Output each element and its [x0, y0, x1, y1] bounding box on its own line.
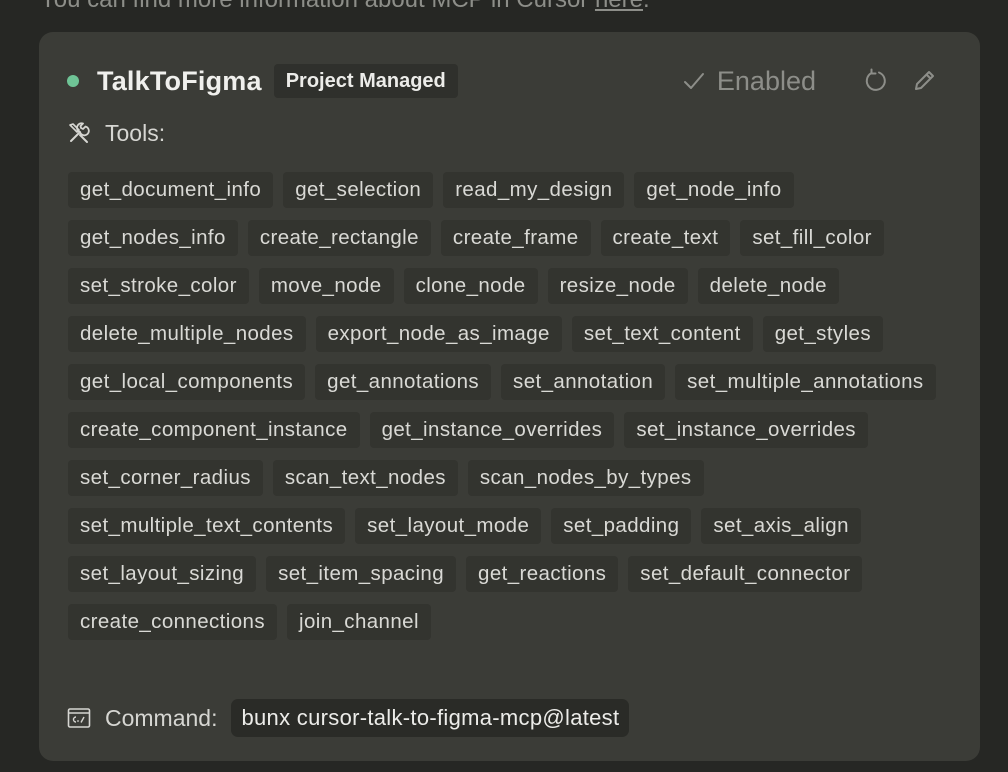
- tool-chip: scan_nodes_by_types: [467, 460, 704, 496]
- tool-chip: delete_node: [697, 268, 839, 304]
- tool-chip: set_stroke_color: [68, 268, 249, 304]
- tool-chip: delete_multiple_nodes: [68, 316, 306, 352]
- status-indicator: [67, 75, 79, 87]
- tool-chip: get_document_info: [68, 172, 274, 208]
- tool-chip: join_channel: [286, 604, 431, 640]
- tool-chip: set_multiple_text_contents: [68, 508, 346, 544]
- server-actions: Enabled: [683, 62, 940, 100]
- tool-chip: set_padding: [551, 508, 692, 544]
- tool-chip: set_axis_align: [701, 508, 861, 544]
- pencil-icon: [915, 71, 934, 90]
- tool-chip: get_annotations: [315, 364, 492, 400]
- tools-label: Tools:: [105, 119, 166, 146]
- intro-text: You can find more information about MCP …: [40, 0, 650, 14]
- project-managed-badge: Project Managed: [273, 64, 458, 98]
- edit-button[interactable]: [908, 65, 940, 97]
- tool-chip: get_selection: [283, 172, 434, 208]
- enabled-status: Enabled: [683, 66, 816, 97]
- tool-chip: get_node_info: [634, 172, 794, 208]
- check-icon: [683, 73, 704, 89]
- tool-chip: get_local_components: [68, 364, 306, 400]
- tool-chip: create_rectangle: [247, 220, 431, 256]
- refresh-icon: [865, 68, 886, 91]
- tool-chip: resize_node: [547, 268, 688, 304]
- intro-text-before: You can find more information about MCP …: [40, 0, 595, 13]
- tool-chip: set_item_spacing: [266, 556, 457, 592]
- tool-chip: move_node: [258, 268, 394, 304]
- server-name: TalkToFigma: [97, 65, 262, 96]
- enabled-label: Enabled: [716, 65, 816, 96]
- command-row: Command: bunx cursor-talk-to-figma-mcp@l…: [67, 699, 630, 737]
- tool-chip: set_corner_radius: [68, 460, 263, 496]
- tool-chip: clone_node: [403, 268, 538, 304]
- tool-chip: set_text_content: [571, 316, 753, 352]
- tool-chip: get_instance_overrides: [369, 412, 615, 448]
- tool-chip: set_default_connector: [628, 556, 863, 592]
- tool-chip: set_annotation: [501, 364, 666, 400]
- server-header: TalkToFigma Project Managed: [67, 62, 458, 100]
- tool-chip: get_styles: [762, 316, 883, 352]
- tool-chip: set_layout_mode: [355, 508, 542, 544]
- terminal-icon: [67, 708, 91, 728]
- refresh-button[interactable]: [860, 65, 892, 97]
- tools-icon: [69, 122, 90, 143]
- tools-heading: Tools:: [67, 118, 165, 148]
- command-label: Command:: [105, 704, 218, 731]
- tool-chip: create_connections: [68, 604, 277, 640]
- tool-chip: set_multiple_annotations: [675, 364, 936, 400]
- tool-chip: create_frame: [440, 220, 591, 256]
- tool-chip: get_nodes_info: [68, 220, 238, 256]
- tool-chip: read_my_design: [443, 172, 625, 208]
- tool-chip: scan_text_nodes: [272, 460, 458, 496]
- tool-chip: set_layout_sizing: [68, 556, 257, 592]
- tool-chip: export_node_as_image: [315, 316, 562, 352]
- tool-chip: create_component_instance: [68, 412, 360, 448]
- tool-chip: set_instance_overrides: [624, 412, 868, 448]
- intro-text-after: .: [643, 0, 650, 13]
- tool-chip: get_reactions: [466, 556, 619, 592]
- command-value[interactable]: bunx cursor-talk-to-figma-mcp@latest: [231, 699, 630, 737]
- tools-list: get_document_info get_selection read_my_de…: [68, 172, 948, 640]
- mcp-server-card: TalkToFigma Project Managed Enabled Tool…: [39, 32, 980, 761]
- tool-chip: set_fill_color: [740, 220, 884, 256]
- tool-chip: create_text: [600, 220, 731, 256]
- intro-link[interactable]: here: [595, 0, 643, 13]
